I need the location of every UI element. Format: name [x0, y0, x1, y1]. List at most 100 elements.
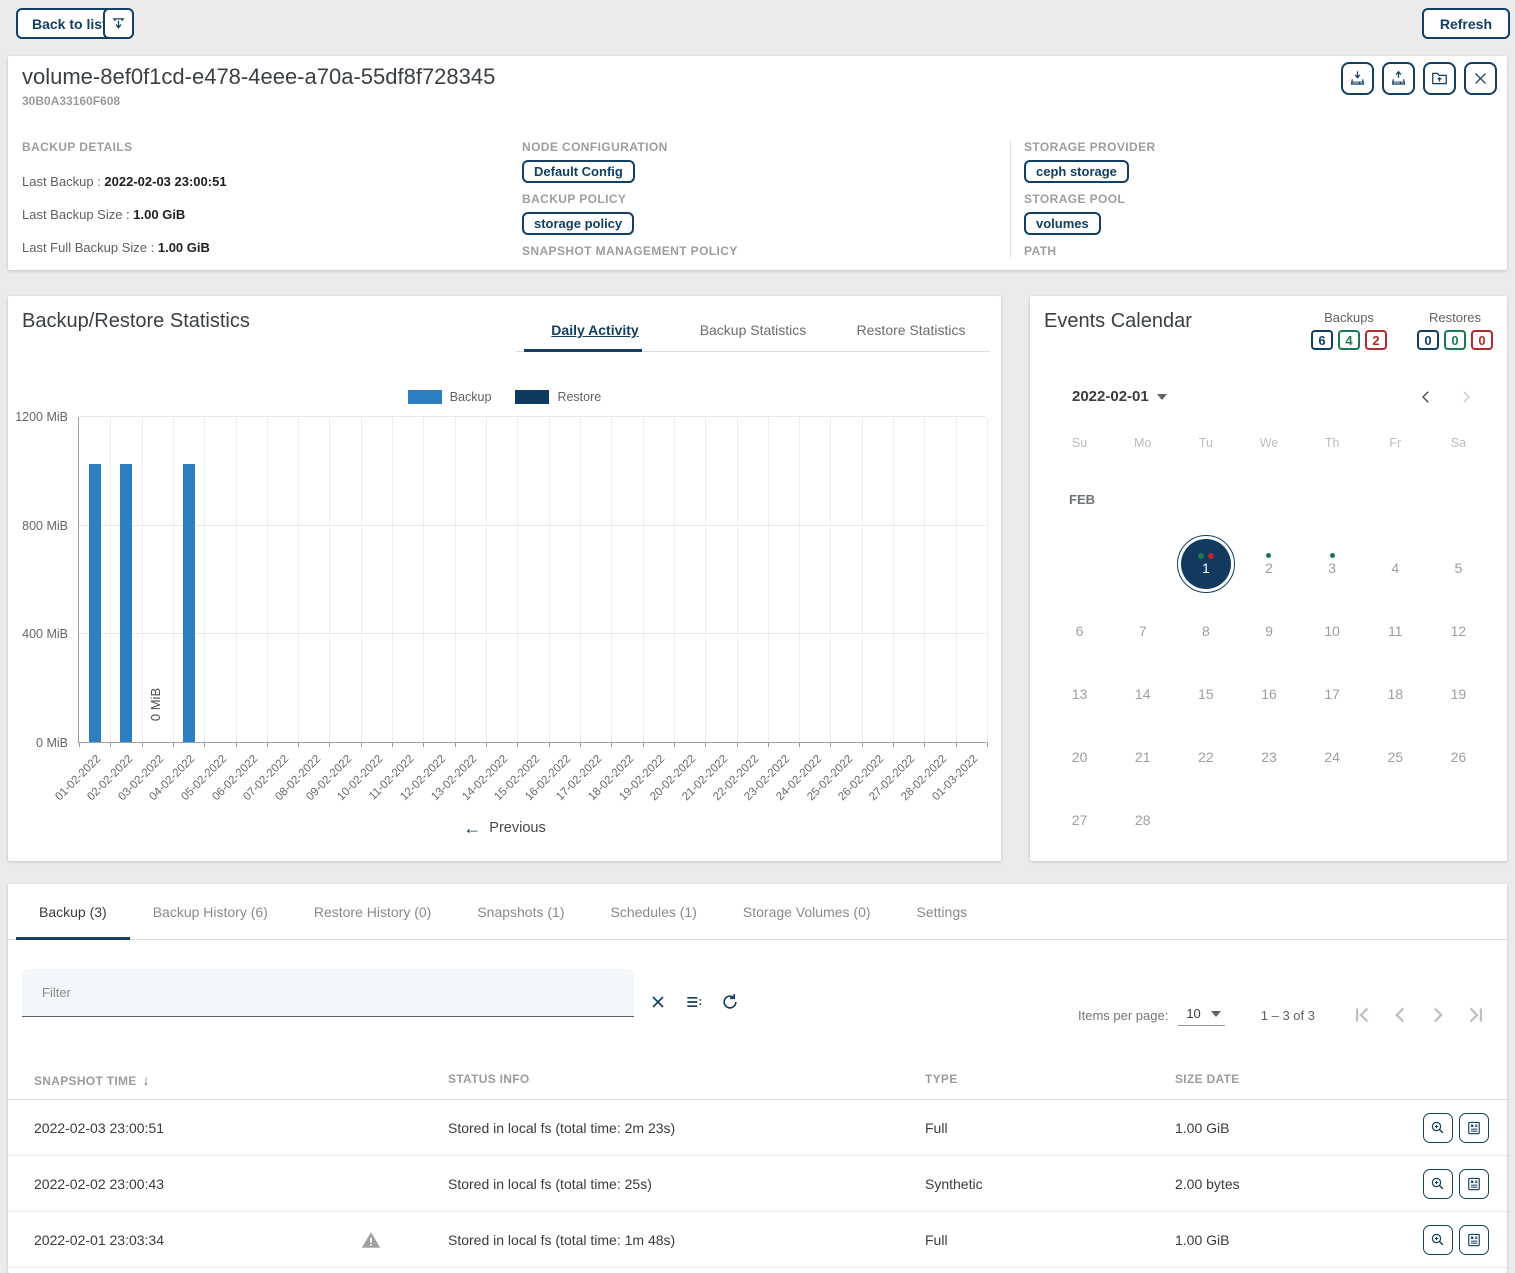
calendar-day[interactable]: 16	[1237, 658, 1300, 721]
header-actions	[1341, 62, 1497, 95]
chevron-right-icon[interactable]	[1457, 388, 1475, 406]
weekday-header: SuMoTuWeThFrSa	[1048, 436, 1490, 450]
calendar-day[interactable]: 26	[1427, 721, 1490, 784]
tab-restore-statistics[interactable]: Restore Statistics	[832, 316, 990, 349]
next-page-icon[interactable]	[1425, 1002, 1451, 1028]
filter-input[interactable]	[22, 969, 634, 1016]
first-page-icon[interactable]	[1349, 1002, 1375, 1028]
calendar-day[interactable]: 7	[1111, 595, 1174, 658]
calendar-day[interactable]: 24	[1301, 721, 1364, 784]
row-report-button[interactable]	[1459, 1225, 1489, 1255]
calendar-day[interactable]: 10	[1301, 595, 1364, 658]
events-calendar-card: Events Calendar Backups 642 Restores 000…	[1030, 296, 1507, 861]
filter-button[interactable]	[103, 8, 134, 39]
weekday-label: We	[1237, 436, 1300, 450]
calendar-title: Events Calendar	[1044, 310, 1192, 333]
calendar-day[interactable]: 2	[1237, 532, 1300, 595]
calendar-day[interactable]: 21	[1111, 721, 1174, 784]
calendar-day[interactable]: 25	[1364, 721, 1427, 784]
backup-policy-chip[interactable]: storage policy	[522, 212, 634, 235]
volume-header-card: volume-8ef0f1cd-e478-4eee-a70a-55df8f728…	[8, 56, 1507, 270]
calendar-day[interactable]: 13	[1048, 658, 1111, 721]
calendar-empty-cell	[1301, 784, 1364, 847]
count-badge: 4	[1338, 330, 1360, 350]
tab-daily-activity[interactable]: Daily Activity	[516, 316, 674, 349]
col-size-date[interactable]: SIZE DATE	[1175, 1072, 1239, 1086]
last-page-icon[interactable]	[1463, 1002, 1489, 1028]
calendar-day[interactable]: 5	[1427, 532, 1490, 595]
unmount-backup-button[interactable]	[1382, 62, 1415, 95]
row-details-button[interactable]	[1423, 1169, 1453, 1199]
calendar-day[interactable]: 8	[1174, 595, 1237, 658]
calendar-day-selected[interactable]: 1	[1174, 532, 1237, 595]
chart-previous-link[interactable]: ← Previous	[8, 820, 1001, 836]
clear-icon[interactable]	[648, 992, 668, 1012]
warning-triangle-icon	[360, 1229, 382, 1251]
calendar-day[interactable]: 19	[1427, 658, 1490, 721]
calendar-day[interactable]: 20	[1048, 721, 1111, 784]
columns-icon[interactable]	[684, 992, 704, 1012]
mount-backup-button[interactable]	[1341, 62, 1374, 95]
calendar-day[interactable]: 4	[1364, 532, 1427, 595]
calendar-day[interactable]: 9	[1237, 595, 1300, 658]
calendar-day[interactable]: 14	[1111, 658, 1174, 721]
calendar-day[interactable]: 18	[1364, 658, 1427, 721]
row-details-button[interactable]	[1423, 1225, 1453, 1255]
backup-restore-statistics-card: Backup/Restore Statistics Daily Activity…	[8, 296, 1001, 861]
row-details-button[interactable]	[1423, 1113, 1453, 1143]
tab-backup-statistics[interactable]: Backup Statistics	[674, 316, 832, 349]
legend-swatch	[515, 390, 549, 404]
col-snapshot-time[interactable]: SNAPSHOT TIME↓	[34, 1072, 150, 1088]
tab-storage-volumes-0[interactable]: Storage Volumes (0)	[720, 884, 894, 939]
filter-down-icon	[110, 15, 127, 32]
bar-backup	[89, 464, 101, 742]
reload-icon[interactable]	[720, 992, 740, 1012]
storage-provider-chip[interactable]: ceph storage	[1024, 160, 1129, 183]
legend-backup[interactable]: Backup	[408, 390, 492, 404]
tab-backup-history-6[interactable]: Backup History (6)	[130, 884, 291, 939]
close-button[interactable]	[1464, 62, 1497, 95]
table-body: 2022-02-03 23:00:51 Stored in local fs (…	[8, 1100, 1507, 1268]
last-backup-size-row: Last Backup Size : 1.00 GiB	[22, 207, 502, 222]
items-per-page-select[interactable]: 10	[1178, 1004, 1224, 1026]
weekday-label: Su	[1048, 436, 1111, 450]
calendar-empty-cell	[1174, 784, 1237, 847]
count-badge: 0	[1471, 330, 1493, 350]
calendar-day[interactable]: 11	[1364, 595, 1427, 658]
calendar-date-selector[interactable]: 2022-02-01	[1072, 388, 1167, 405]
calendar-day[interactable]: 15	[1174, 658, 1237, 721]
calendar-day[interactable]: 27	[1048, 784, 1111, 847]
y-tick-label: 1200 MiB	[15, 410, 68, 424]
chevron-left-icon[interactable]	[1417, 388, 1435, 406]
row-report-button[interactable]	[1459, 1113, 1489, 1143]
tab-snapshots-1[interactable]: Snapshots (1)	[454, 884, 587, 939]
col-type[interactable]: TYPE	[925, 1072, 958, 1086]
tab-restore-history-0[interactable]: Restore History (0)	[291, 884, 454, 939]
col-status-info[interactable]: STATUS INFO	[448, 1072, 530, 1086]
calendar-day[interactable]: 17	[1301, 658, 1364, 721]
prev-page-icon[interactable]	[1387, 1002, 1413, 1028]
tab-schedules-1[interactable]: Schedules (1)	[588, 884, 720, 939]
calendar-day[interactable]: 23	[1237, 721, 1300, 784]
calendar-day[interactable]: 12	[1427, 595, 1490, 658]
snapshot-policy-label: SNAPSHOT MANAGEMENT POLICY	[522, 244, 992, 258]
tab-backup-3[interactable]: Backup (3)	[16, 884, 130, 939]
calendar-empty-cell	[1048, 532, 1111, 595]
report-icon	[1465, 1175, 1483, 1193]
calendar-day[interactable]: 6	[1048, 595, 1111, 658]
cell-size-date: 1.00 GiB	[1175, 1120, 1229, 1136]
storage-pool-chip[interactable]: volumes	[1024, 212, 1101, 235]
restore-to-filesystem-button[interactable]	[1423, 62, 1456, 95]
restores-badge-group: Restores 000	[1417, 310, 1493, 350]
node-config-chip[interactable]: Default Config	[522, 160, 635, 183]
tab-settings[interactable]: Settings	[894, 884, 991, 939]
y-axis-labels: 0 MiB400 MiB800 MiB1200 MiB	[8, 417, 72, 743]
details-zoom-icon	[1429, 1231, 1447, 1249]
legend-restore[interactable]: Restore	[515, 390, 601, 404]
calendar-day[interactable]: 22	[1174, 721, 1237, 784]
calendar-day[interactable]: 28	[1111, 784, 1174, 847]
storage-pool-label: STORAGE POOL	[1024, 192, 1484, 206]
row-report-button[interactable]	[1459, 1169, 1489, 1199]
calendar-day[interactable]: 3	[1301, 532, 1364, 595]
refresh-button[interactable]: Refresh	[1422, 8, 1510, 39]
